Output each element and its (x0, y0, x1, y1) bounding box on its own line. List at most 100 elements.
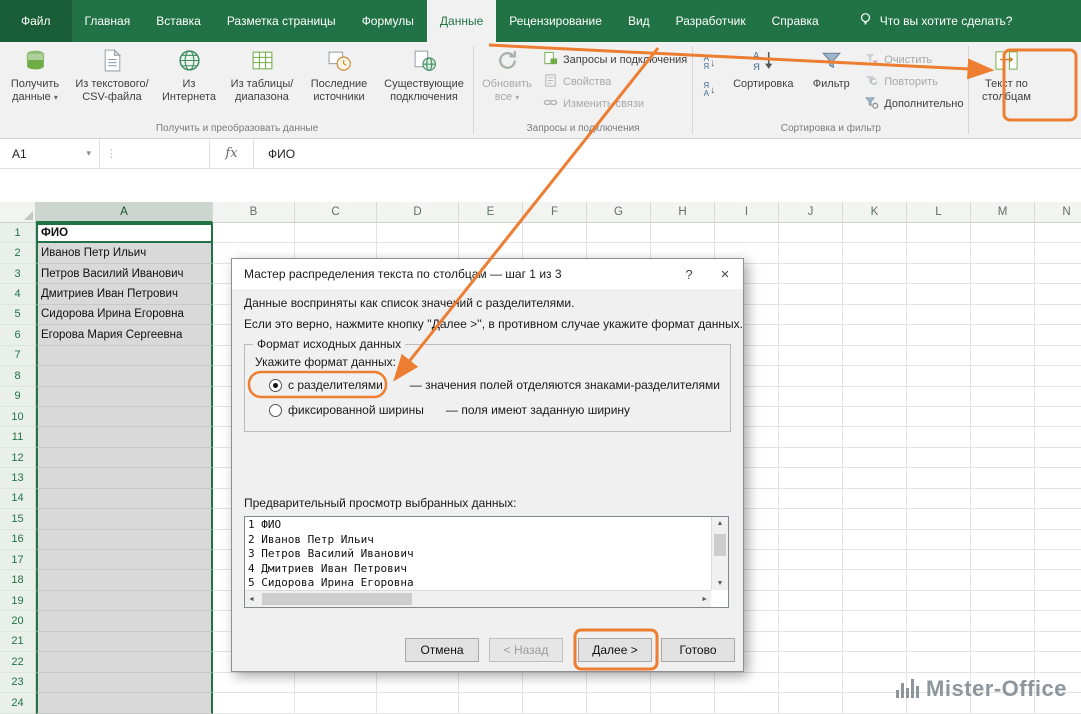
cell-J10[interactable] (779, 407, 843, 427)
advanced-filter-button[interactable]: Дополнительно (864, 95, 963, 113)
cell-M4[interactable] (971, 284, 1035, 304)
column-header-A[interactable]: A (36, 202, 213, 223)
vertical-scroll-thumb[interactable] (714, 534, 726, 556)
cell-L17[interactable] (907, 550, 971, 570)
cell-A12[interactable] (36, 448, 213, 468)
cell-N13[interactable] (1035, 468, 1081, 488)
cell-N7[interactable] (1035, 346, 1081, 366)
cell-A14[interactable] (36, 489, 213, 509)
row-header-7[interactable]: 7 (0, 346, 36, 366)
tab-file[interactable]: Файл (0, 0, 72, 42)
queries-connections-button[interactable]: Запросы и подключения (543, 51, 687, 69)
cell-M15[interactable] (971, 509, 1035, 529)
tab-help[interactable]: Справка (759, 0, 832, 42)
cell-A1[interactable]: ФИО (36, 223, 213, 243)
cell-A7[interactable] (36, 346, 213, 366)
tab-review[interactable]: Рецензирование (496, 0, 615, 42)
cell-A9[interactable] (36, 387, 213, 407)
cell-N16[interactable] (1035, 530, 1081, 550)
row-header-11[interactable]: 11 (0, 427, 36, 447)
cell-J9[interactable] (779, 387, 843, 407)
cell-K7[interactable] (843, 346, 907, 366)
row-header-21[interactable]: 21 (0, 632, 36, 652)
cell-M16[interactable] (971, 530, 1035, 550)
column-header-J[interactable]: J (779, 202, 843, 223)
row-header-22[interactable]: 22 (0, 652, 36, 672)
cell-A13[interactable] (36, 468, 213, 488)
cell-B1[interactable] (213, 223, 295, 243)
cell-H1[interactable] (651, 223, 715, 243)
cell-L12[interactable] (907, 448, 971, 468)
row-header-18[interactable]: 18 (0, 570, 36, 590)
formula-input[interactable]: ФИО (254, 147, 295, 161)
text-to-columns-button[interactable]: Текст по столбцам (970, 45, 1042, 119)
cell-N20[interactable] (1035, 611, 1081, 631)
row-header-4[interactable]: 4 (0, 284, 36, 304)
cell-N18[interactable] (1035, 570, 1081, 590)
cell-M12[interactable] (971, 448, 1035, 468)
cell-K6[interactable] (843, 325, 907, 345)
row-header-17[interactable]: 17 (0, 550, 36, 570)
cell-J23[interactable] (779, 673, 843, 693)
scroll-right-icon[interactable]: ► (698, 593, 711, 606)
row-header-6[interactable]: 6 (0, 325, 36, 345)
row-header-15[interactable]: 15 (0, 509, 36, 529)
cell-A20[interactable] (36, 611, 213, 631)
cell-I1[interactable] (715, 223, 779, 243)
column-header-I[interactable]: I (715, 202, 779, 223)
properties-button[interactable]: Свойства (543, 73, 687, 91)
tab-developer[interactable]: Разработчик (663, 0, 759, 42)
cell-C1[interactable] (295, 223, 377, 243)
cell-D1[interactable] (377, 223, 459, 243)
name-box-splitter[interactable]: ⋮ (100, 139, 210, 168)
cell-L20[interactable] (907, 611, 971, 631)
from-web-button[interactable]: Из Интернета (156, 45, 222, 119)
fixed-width-radio[interactable] (269, 404, 282, 417)
cell-A16[interactable] (36, 530, 213, 550)
cell-A18[interactable] (36, 570, 213, 590)
cell-M6[interactable] (971, 325, 1035, 345)
cell-J8[interactable] (779, 366, 843, 386)
next-button[interactable]: Далее > (578, 638, 652, 662)
cell-A5[interactable]: Сидорова Ирина Егоровна (36, 305, 213, 325)
cell-N3[interactable] (1035, 264, 1081, 284)
row-header-12[interactable]: 12 (0, 448, 36, 468)
column-header-N[interactable]: N (1035, 202, 1081, 223)
tab-view[interactable]: Вид (615, 0, 663, 42)
tell-me-box[interactable]: Что вы хотите сделать? (858, 0, 1013, 42)
cell-J21[interactable] (779, 632, 843, 652)
cell-A2[interactable]: Иванов Петр Ильич (36, 243, 213, 263)
cell-K10[interactable] (843, 407, 907, 427)
cell-K2[interactable] (843, 243, 907, 263)
cell-F1[interactable] (523, 223, 587, 243)
reapply-filter-button[interactable]: Повторить (864, 73, 963, 91)
cell-M5[interactable] (971, 305, 1035, 325)
column-header-F[interactable]: F (523, 202, 587, 223)
dialog-title-bar[interactable]: Мастер распределения текста по столбцам … (232, 259, 743, 289)
cell-J11[interactable] (779, 427, 843, 447)
cell-J7[interactable] (779, 346, 843, 366)
cell-M7[interactable] (971, 346, 1035, 366)
cell-K13[interactable] (843, 468, 907, 488)
cell-B23[interactable] (213, 673, 295, 693)
tab-formulas[interactable]: Формулы (349, 0, 427, 42)
cell-E24[interactable] (459, 693, 523, 713)
cell-A17[interactable] (36, 550, 213, 570)
cell-H24[interactable] (651, 693, 715, 713)
sort-ascending-button[interactable]: А Я ↓ (697, 52, 721, 74)
row-header-19[interactable]: 19 (0, 591, 36, 611)
cell-N12[interactable] (1035, 448, 1081, 468)
cell-E1[interactable] (459, 223, 523, 243)
cell-A19[interactable] (36, 591, 213, 611)
cell-K9[interactable] (843, 387, 907, 407)
cell-D23[interactable] (377, 673, 459, 693)
cell-N21[interactable] (1035, 632, 1081, 652)
cell-A8[interactable] (36, 366, 213, 386)
from-text-csv-button[interactable]: Из текстового/ CSV-файла (68, 45, 156, 119)
cell-L18[interactable] (907, 570, 971, 590)
cell-N1[interactable] (1035, 223, 1081, 243)
row-header-16[interactable]: 16 (0, 530, 36, 550)
column-header-M[interactable]: M (971, 202, 1035, 223)
row-header-24[interactable]: 24 (0, 693, 36, 713)
column-header-K[interactable]: K (843, 202, 907, 223)
